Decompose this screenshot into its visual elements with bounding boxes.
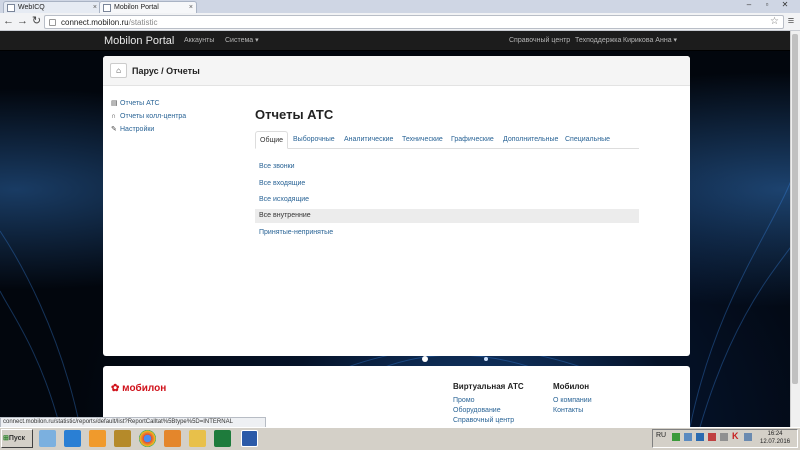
tab-label: Mobilon Portal bbox=[114, 4, 159, 11]
report-link-internal[interactable]: Все внутренние bbox=[255, 209, 639, 223]
tab-additional[interactable]: Дополнительные bbox=[499, 131, 562, 149]
minimize-icon[interactable]: – bbox=[742, 0, 756, 11]
footer-link-equipment[interactable]: Оборудование bbox=[453, 407, 501, 414]
maximize-icon[interactable]: ▫ bbox=[760, 0, 774, 11]
browser-tab-webicq[interactable]: WebICQ × bbox=[3, 1, 101, 13]
sidebar-item-pbx-reports[interactable]: ▤ Отчеты АТС bbox=[111, 99, 160, 109]
tab-analytical[interactable]: Аналитические bbox=[340, 131, 397, 149]
footer-link-about[interactable]: О компании bbox=[553, 397, 592, 404]
flower-icon: ✿ bbox=[111, 383, 120, 394]
internet-explorer-icon[interactable] bbox=[64, 430, 81, 447]
brand-logo[interactable]: Mobilon Portal bbox=[104, 31, 174, 51]
home-icon: ⌂ bbox=[116, 66, 121, 75]
page-icon bbox=[103, 4, 111, 12]
tab-selective[interactable]: Выборочные bbox=[289, 131, 339, 149]
back-icon[interactable]: ← bbox=[2, 15, 15, 28]
headset-icon: ∩ bbox=[111, 113, 117, 120]
tray-icon-6[interactable] bbox=[744, 433, 752, 441]
tab-graphical[interactable]: Графические bbox=[447, 131, 498, 149]
main-panel: ⌂ Парус / Отчеты ▤ Отчеты АТС ∩ Отчеты кол… bbox=[103, 56, 690, 356]
reload-icon[interactable]: ↻ bbox=[30, 15, 43, 28]
sidebar-item-callcenter-reports[interactable]: ∩ Отчеты колл-центра bbox=[111, 112, 186, 122]
tray-k-icon[interactable]: K bbox=[732, 431, 739, 441]
browser-tab-mobilon[interactable]: Mobilon Portal × bbox=[99, 1, 197, 13]
clock-time: 16:24 bbox=[767, 431, 783, 437]
url-text: connect.mobilon.ru/statistic bbox=[61, 18, 158, 27]
home-button[interactable]: ⌂ bbox=[110, 63, 127, 78]
clock[interactable]: 16:24 12.07.2016 bbox=[760, 430, 790, 446]
close-icon[interactable]: × bbox=[93, 2, 97, 13]
outlook-icon[interactable] bbox=[89, 430, 106, 447]
tab-label: WebICQ bbox=[18, 4, 45, 11]
app-icon[interactable] bbox=[114, 430, 131, 447]
footer-heading-mobilon: Мобилон bbox=[553, 382, 590, 391]
report-icon: ▤ bbox=[111, 100, 118, 107]
nav-accounts[interactable]: Аккаунты bbox=[184, 31, 214, 51]
site-navbar: Mobilon Portal Аккаунты Система ▾ Справо… bbox=[0, 31, 800, 51]
footer-link-promo[interactable]: Промо bbox=[453, 397, 475, 404]
report-link-all-calls[interactable]: Все звонки bbox=[255, 160, 639, 174]
tab-general[interactable]: Общие bbox=[255, 131, 289, 149]
close-icon[interactable]: × bbox=[189, 2, 193, 13]
breadcrumb: Парус / Отчеты bbox=[132, 66, 200, 76]
breadcrumb-bar: ⌂ Парус / Отчеты bbox=[103, 56, 690, 86]
tray-icon-1[interactable] bbox=[672, 433, 680, 441]
tab-technical[interactable]: Технические bbox=[398, 131, 447, 149]
report-link-outgoing[interactable]: Все исходящие bbox=[255, 193, 639, 207]
report-link-answered-missed[interactable]: Принятые-непринятые bbox=[255, 226, 639, 240]
language-indicator[interactable]: RU bbox=[656, 432, 666, 439]
forward-icon[interactable]: → bbox=[16, 15, 29, 28]
app-icon-3[interactable] bbox=[189, 430, 206, 447]
nav-system[interactable]: Система ▾ bbox=[225, 31, 259, 51]
nav-support[interactable]: Техподдержка bbox=[575, 31, 621, 51]
page-icon bbox=[7, 4, 15, 12]
page-icon bbox=[49, 19, 56, 26]
scrollbar-thumb[interactable] bbox=[792, 34, 798, 384]
excel-icon[interactable] bbox=[214, 430, 231, 447]
tray-icon-5[interactable] bbox=[720, 433, 728, 441]
tray-icon-4[interactable] bbox=[708, 433, 716, 441]
mobilon-logo[interactable]: ✿ мобилон bbox=[111, 383, 166, 394]
tray-icon-2[interactable] bbox=[684, 433, 692, 441]
nav-help-center[interactable]: Справочный центр bbox=[509, 31, 570, 51]
app-icon-2[interactable] bbox=[164, 430, 181, 447]
clock-date: 12.07.2016 bbox=[760, 439, 791, 445]
show-desktop-icon[interactable] bbox=[39, 430, 56, 447]
menu-icon[interactable]: ≡ bbox=[785, 15, 797, 28]
start-button[interactable]: ⊞Пуск bbox=[1, 429, 33, 448]
footer-heading-vats: Виртуальная АТС bbox=[453, 382, 524, 391]
word-icon[interactable] bbox=[241, 430, 258, 447]
nav-user-menu[interactable]: Кирикова Анна ▾ bbox=[623, 31, 677, 51]
chrome-icon[interactable] bbox=[139, 430, 156, 447]
star-icon[interactable]: ☆ bbox=[770, 16, 779, 28]
report-link-incoming[interactable]: Все входящие bbox=[255, 177, 639, 191]
sidebar-item-settings[interactable]: ✎ Настройки bbox=[111, 125, 154, 135]
tab-special[interactable]: Специальные bbox=[561, 131, 614, 149]
footer-link-help-center[interactable]: Справочный центр bbox=[453, 417, 514, 424]
address-bar[interactable]: connect.mobilon.ru/statistic ☆ bbox=[44, 15, 784, 29]
footer-link-contacts[interactable]: Контакты bbox=[553, 407, 583, 414]
wrench-icon: ✎ bbox=[111, 126, 117, 133]
close-window-icon[interactable]: ✕ bbox=[778, 0, 792, 11]
page-title: Отчеты АТС bbox=[255, 107, 334, 122]
tray-icon-3[interactable] bbox=[696, 433, 704, 441]
